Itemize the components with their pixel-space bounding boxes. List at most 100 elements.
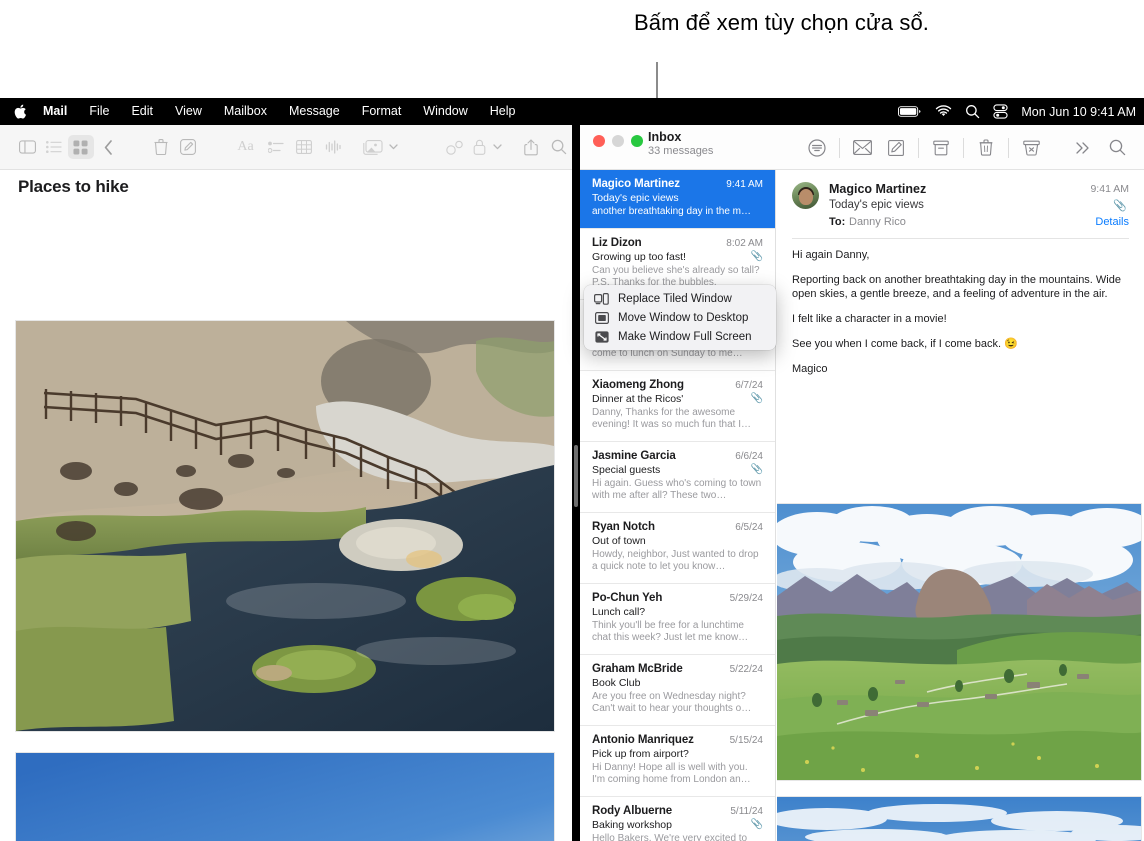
message-list-item[interactable]: Po-Chun Yeh 5/29/24 Lunch call? Think yo…: [580, 584, 775, 655]
message-list-item[interactable]: Xiaomeng Zhong 6/7/24 Dinner at the Rico…: [580, 371, 775, 442]
message-list-item[interactable]: Ryan Notch 6/5/24 Out of town Howdy, nei…: [580, 513, 775, 584]
back-icon[interactable]: [94, 134, 123, 160]
menu-item-mailbox[interactable]: Mailbox: [213, 98, 278, 125]
reading-pane: Magico Martinez 9:41 AM Today's epic vie…: [777, 170, 1144, 841]
message-date: 9:41 AM: [726, 179, 763, 190]
message-subject: Today's epic views: [592, 192, 679, 204]
search-icon[interactable]: [965, 104, 980, 119]
message-preview: Hello Bakers, We're very excited to have…: [592, 833, 763, 841]
attachment-icon: 📎: [751, 819, 763, 830]
gallery-view-icon[interactable]: [68, 135, 95, 159]
split-view-divider-handle[interactable]: [574, 445, 578, 507]
attachment-icon: 📎: [1113, 199, 1127, 212]
audio-icon[interactable]: [319, 134, 348, 160]
menu-bar-items: Mail File Edit View Mailbox Message Form…: [12, 98, 526, 125]
apple-logo-icon[interactable]: [12, 103, 28, 121]
email-subject: Today's epic views: [829, 199, 924, 211]
checklist-icon[interactable]: [262, 134, 291, 160]
junk-icon[interactable]: [1014, 133, 1048, 163]
share-icon[interactable]: [517, 134, 546, 160]
email-body: Hi again Danny, Reporting back on anothe…: [792, 248, 1129, 387]
message-sender: Graham McBride: [592, 663, 683, 675]
more-icon[interactable]: [1066, 133, 1100, 163]
lock-icon[interactable]: [469, 134, 490, 160]
search-icon[interactable]: [1100, 133, 1134, 163]
message-preview: Think you'll be free for a lunchtime cha…: [592, 620, 763, 645]
message-date: 6/5/24: [735, 522, 763, 533]
email-body-line: I felt like a character in a movie!: [792, 312, 1129, 326]
delete-note-icon[interactable]: [148, 134, 175, 160]
message-list-item[interactable]: Antonio Manriquez 5/15/24 Pick up from a…: [580, 726, 775, 797]
mobius-arch-photo: [15, 752, 555, 841]
table-icon[interactable]: [290, 134, 319, 160]
close-button[interactable]: [593, 135, 605, 147]
message-sender: Po-Chun Yeh: [592, 592, 662, 604]
menu-item-make-window-full-screen[interactable]: Make Window Full Screen: [584, 327, 776, 346]
callout-annotation: Bấm để xem tùy chọn cửa sổ.: [0, 0, 1144, 98]
make-window-full-screen-icon: [594, 330, 609, 343]
menu-item-file[interactable]: File: [78, 98, 120, 125]
message-date: 5/11/24: [730, 806, 763, 817]
email-body-line: Hi again Danny,: [792, 248, 1129, 262]
message-preview: Howdy, neighbor, Just wanted to drop a q…: [592, 549, 763, 574]
desktop-screen: Mail File Edit View Mailbox Message Form…: [0, 98, 1144, 841]
message-list-item[interactable]: Jasmine Garcia 6/6/24 Special guests📎 Hi…: [580, 442, 775, 513]
format-text-icon[interactable]: Aa: [229, 134, 261, 160]
menu-item-mail[interactable]: Mail: [32, 98, 78, 125]
message-sender: Magico Martinez: [592, 178, 680, 190]
alpine-meadow-photo: [777, 503, 1142, 781]
menu-item-edit[interactable]: Edit: [120, 98, 164, 125]
wifi-icon[interactable]: [935, 105, 952, 118]
menu-item-view[interactable]: View: [164, 98, 213, 125]
minimize-button[interactable]: [612, 135, 624, 147]
message-list[interactable]: Magico Martinez 9:41 AM Today's epic vie…: [580, 170, 776, 841]
message-list-item[interactable]: Graham McBride 5/22/24 Book Club Are you…: [580, 655, 775, 726]
menu-bar-status-items: Mon Jun 10 9:41 AM: [898, 98, 1136, 125]
menu-item-format[interactable]: Format: [351, 98, 413, 125]
chevron-down-icon[interactable]: [386, 134, 400, 160]
message-date: 6/6/24: [735, 451, 763, 462]
message-subject: Growing up too fast!: [592, 251, 686, 263]
menu-item-help[interactable]: Help: [479, 98, 527, 125]
callout-text: Bấm để xem tùy chọn cửa sổ.: [634, 8, 964, 38]
message-sender: Ryan Notch: [592, 521, 655, 533]
archive-icon[interactable]: [924, 133, 958, 163]
menu-item-window[interactable]: Window: [412, 98, 478, 125]
menu-item-message[interactable]: Message: [278, 98, 351, 125]
compose-note-icon[interactable]: [175, 134, 202, 160]
menu-item-replace-tiled-window[interactable]: Replace Tiled Window: [584, 289, 776, 308]
sidebar-toggle-icon[interactable]: [14, 134, 41, 160]
email-to-label: To:: [829, 216, 845, 228]
message-list-item[interactable]: Rody Albuerne 5/11/24 Baking workshop 📎 H…: [580, 797, 775, 841]
menu-bar-clock[interactable]: Mon Jun 10 9:41 AM: [1021, 105, 1136, 119]
media-icon[interactable]: [359, 134, 386, 160]
search-icon[interactable]: [545, 134, 572, 160]
message-sender: Rody Albuerne: [592, 805, 672, 817]
message-sender: Xiaomeng Zhong: [592, 379, 684, 391]
markup-icon[interactable]: [440, 134, 469, 160]
window-options-menu[interactable]: Replace Tiled Window Move Window to Desk…: [584, 285, 776, 350]
filter-icon[interactable]: [800, 133, 834, 163]
message-subject: Pick up from airport?: [592, 748, 689, 760]
control-center-icon[interactable]: [993, 104, 1008, 119]
menu-item-move-window-to-desktop[interactable]: Move Window to Desktop: [584, 308, 776, 327]
message-preview: Are you free on Wednesday night? Can't w…: [592, 691, 763, 716]
mail-window: Inbox 33 messages: [580, 125, 1144, 841]
mark-unread-icon[interactable]: [845, 133, 879, 163]
delete-icon[interactable]: [969, 133, 1003, 163]
details-link[interactable]: Details: [1095, 216, 1129, 228]
toolbar-separator: [918, 138, 919, 158]
message-list-item[interactable]: Magico Martinez 9:41 AM Today's epic vie…: [580, 170, 775, 229]
window-options-button[interactable]: [631, 135, 643, 147]
toolbar-separator: [963, 138, 964, 158]
mountain-trail-photo: [777, 796, 1142, 841]
message-sender: Antonio Manriquez: [592, 734, 694, 746]
move-window-to-desktop-icon: [594, 311, 609, 324]
list-view-icon[interactable]: [41, 134, 68, 160]
message-subject: Baking workshop: [592, 819, 672, 831]
mailbox-title: Inbox: [648, 130, 681, 144]
notes-toolbar: Aa: [0, 125, 572, 170]
battery-icon[interactable]: [898, 105, 922, 118]
compose-icon[interactable]: [879, 133, 913, 163]
chevron-down-icon[interactable]: [490, 134, 504, 160]
